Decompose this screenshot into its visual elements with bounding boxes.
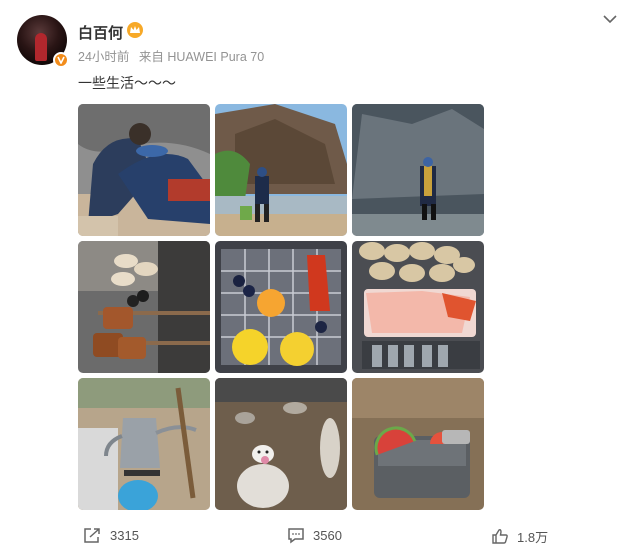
photo-tile-9[interactable] xyxy=(352,378,484,510)
repost-button[interactable]: 3315 xyxy=(83,527,139,544)
photo-tile-4[interactable] xyxy=(78,241,210,373)
action-bar: 3315 3560 1.8万 xyxy=(0,527,636,549)
like-button[interactable]: 1.8万 xyxy=(491,527,548,546)
avatar-figure xyxy=(35,33,47,61)
photo-tile-7[interactable] xyxy=(78,378,210,510)
avatar[interactable] xyxy=(17,15,69,68)
username[interactable]: 白百何 xyxy=(78,22,123,43)
photo-tile-8[interactable] xyxy=(215,378,347,510)
post-meta: 24小时前 来自 HUAWEI Pura 70 xyxy=(78,46,270,65)
post-source: 来自 HUAWEI Pura 70 xyxy=(138,50,265,64)
repost-count: 3315 xyxy=(110,528,139,543)
photo-tile-6[interactable] xyxy=(352,241,484,373)
photo-grid xyxy=(78,104,484,510)
share-icon xyxy=(84,528,100,543)
comment-icon xyxy=(288,528,304,544)
comment-button[interactable]: 3560 xyxy=(287,527,342,544)
photo-tile-2[interactable] xyxy=(215,104,347,236)
photo-tile-3[interactable] xyxy=(352,104,484,236)
photo-tile-5[interactable] xyxy=(215,241,347,373)
photo-tile-1[interactable] xyxy=(78,104,210,236)
chevron-down-icon[interactable] xyxy=(602,11,618,27)
post-time[interactable]: 24小时前 xyxy=(78,50,129,64)
crown-icon[interactable] xyxy=(126,21,144,39)
like-count: 1.8万 xyxy=(517,530,549,545)
v-verified-icon xyxy=(53,52,69,68)
comment-count: 3560 xyxy=(313,528,342,543)
thumbs-up-icon xyxy=(492,529,508,544)
post-text: 一些生活～～～ xyxy=(78,75,176,91)
